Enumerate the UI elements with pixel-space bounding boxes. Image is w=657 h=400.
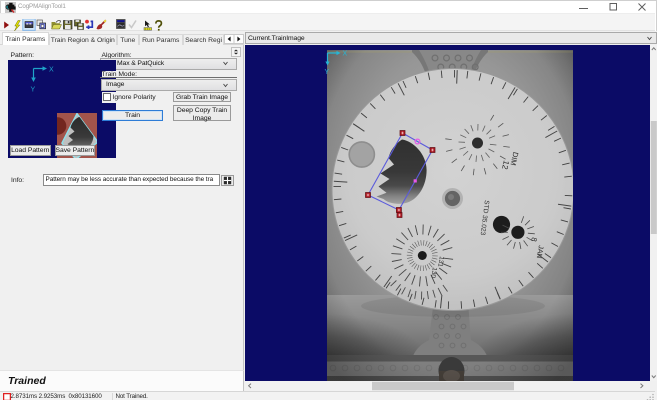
svg-text:X: X: [49, 66, 54, 73]
svg-text:Y: Y: [31, 86, 36, 93]
svg-text:Y: Y: [324, 69, 329, 76]
svg-text:X: X: [342, 50, 347, 57]
